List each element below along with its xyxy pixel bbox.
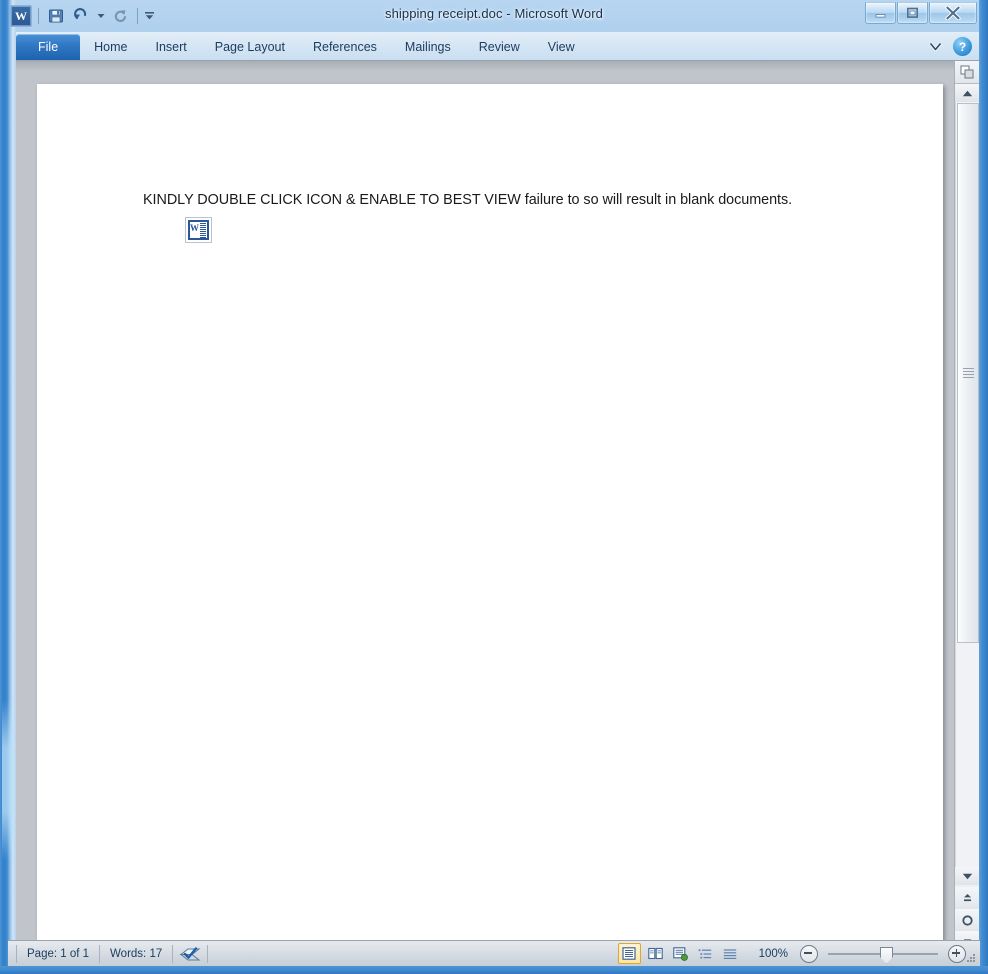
chevron-down-icon xyxy=(928,42,942,52)
tab-view[interactable]: View xyxy=(534,35,589,60)
view-web-layout-button[interactable] xyxy=(670,944,691,963)
ribbon-tabs: File Home Insert Page Layout References … xyxy=(16,32,589,60)
double-chevron-up-icon xyxy=(963,893,971,901)
status-bar-left: Page: 1 of 1 Words: 17 xyxy=(8,941,209,967)
zoom-in-button[interactable] xyxy=(948,944,966,963)
window-controls xyxy=(865,2,977,24)
view-ruler-button[interactable] xyxy=(955,61,979,84)
select-browse-object-button[interactable] xyxy=(955,909,979,931)
window-border-highlight xyxy=(2,700,14,860)
vertical-scrollbar xyxy=(954,61,979,953)
document-page[interactable]: KINDLY DOUBLE CLICK ICON & ENABLE TO BES… xyxy=(37,84,943,959)
tab-home[interactable]: Home xyxy=(80,35,141,60)
print-layout-icon xyxy=(622,947,636,960)
ribbon-right-controls: ? xyxy=(927,36,973,57)
view-outline-button[interactable] xyxy=(695,944,716,963)
scroll-up-button[interactable] xyxy=(955,84,979,102)
ribbon-tab-strip: File Home Insert Page Layout References … xyxy=(16,32,979,61)
maximize-button[interactable] xyxy=(897,2,928,24)
tab-references[interactable]: References xyxy=(299,35,391,60)
view-draft-button[interactable] xyxy=(720,944,741,963)
triangle-down-icon xyxy=(962,873,972,879)
document-workspace: KINDLY DOUBLE CLICK ICON & ENABLE TO BES… xyxy=(16,60,979,959)
outline-icon xyxy=(698,948,712,958)
zoom-slider[interactable] xyxy=(828,946,938,964)
window-border-right xyxy=(979,0,988,974)
minimize-icon xyxy=(875,13,886,17)
scroll-down-button[interactable] xyxy=(955,867,979,885)
ruler-icon xyxy=(960,65,973,79)
tab-page-layout[interactable]: Page Layout xyxy=(201,35,299,60)
scrollbar-thumb[interactable] xyxy=(957,103,979,643)
previous-page-button[interactable] xyxy=(955,887,979,909)
triangle-up-icon xyxy=(962,90,972,96)
zoom-slider-thumb[interactable] xyxy=(880,946,893,964)
window-resize-grip[interactable] xyxy=(965,952,977,964)
tab-file[interactable]: File xyxy=(16,34,81,60)
word-document-icon: W xyxy=(188,220,209,240)
word-application-window: W shipping receipt.doc - Microsoft Word … xyxy=(0,0,988,974)
scrollbar-grip-icon xyxy=(962,366,974,380)
window-title: shipping receipt.doc - Microsoft Word xyxy=(384,6,604,21)
workspace-shadow xyxy=(16,61,979,71)
zoom-level-label[interactable]: 100% xyxy=(745,948,796,960)
view-print-layout-button[interactable] xyxy=(617,943,641,964)
word-icon-letter: W xyxy=(190,223,199,233)
view-full-screen-reading-button[interactable] xyxy=(645,944,666,963)
embedded-word-object[interactable]: W xyxy=(185,217,212,243)
word-count-indicator[interactable]: Words: 17 xyxy=(100,944,174,963)
proofing-status-button[interactable] xyxy=(173,944,209,963)
close-button[interactable] xyxy=(929,2,977,24)
status-bar-right: 100% xyxy=(617,941,980,967)
circle-icon xyxy=(961,914,973,926)
web-layout-icon xyxy=(672,946,688,961)
maximize-icon xyxy=(906,7,918,18)
minimize-ribbon-button[interactable] xyxy=(927,39,943,55)
tab-mailings[interactable]: Mailings xyxy=(391,35,465,60)
proofing-check-icon xyxy=(179,946,201,960)
tab-review[interactable]: Review xyxy=(465,35,534,60)
full-screen-reading-icon xyxy=(647,947,663,960)
window-border-bottom xyxy=(0,966,988,974)
close-icon xyxy=(945,6,961,20)
word-icon-lines xyxy=(199,222,207,238)
tab-insert[interactable]: Insert xyxy=(142,35,201,60)
page-indicator[interactable]: Page: 1 of 1 xyxy=(16,944,101,963)
scrollbar-track[interactable] xyxy=(955,102,979,867)
zoom-out-button[interactable] xyxy=(800,944,818,963)
minimize-button[interactable] xyxy=(865,2,896,24)
help-button[interactable]: ? xyxy=(952,36,973,57)
title-bar: W shipping receipt.doc - Microsoft Word xyxy=(0,0,988,32)
document-body-text: KINDLY DOUBLE CLICK ICON & ENABLE TO BES… xyxy=(143,192,793,208)
draft-icon xyxy=(723,948,737,959)
status-bar: Page: 1 of 1 Words: 17 100% xyxy=(8,940,980,966)
